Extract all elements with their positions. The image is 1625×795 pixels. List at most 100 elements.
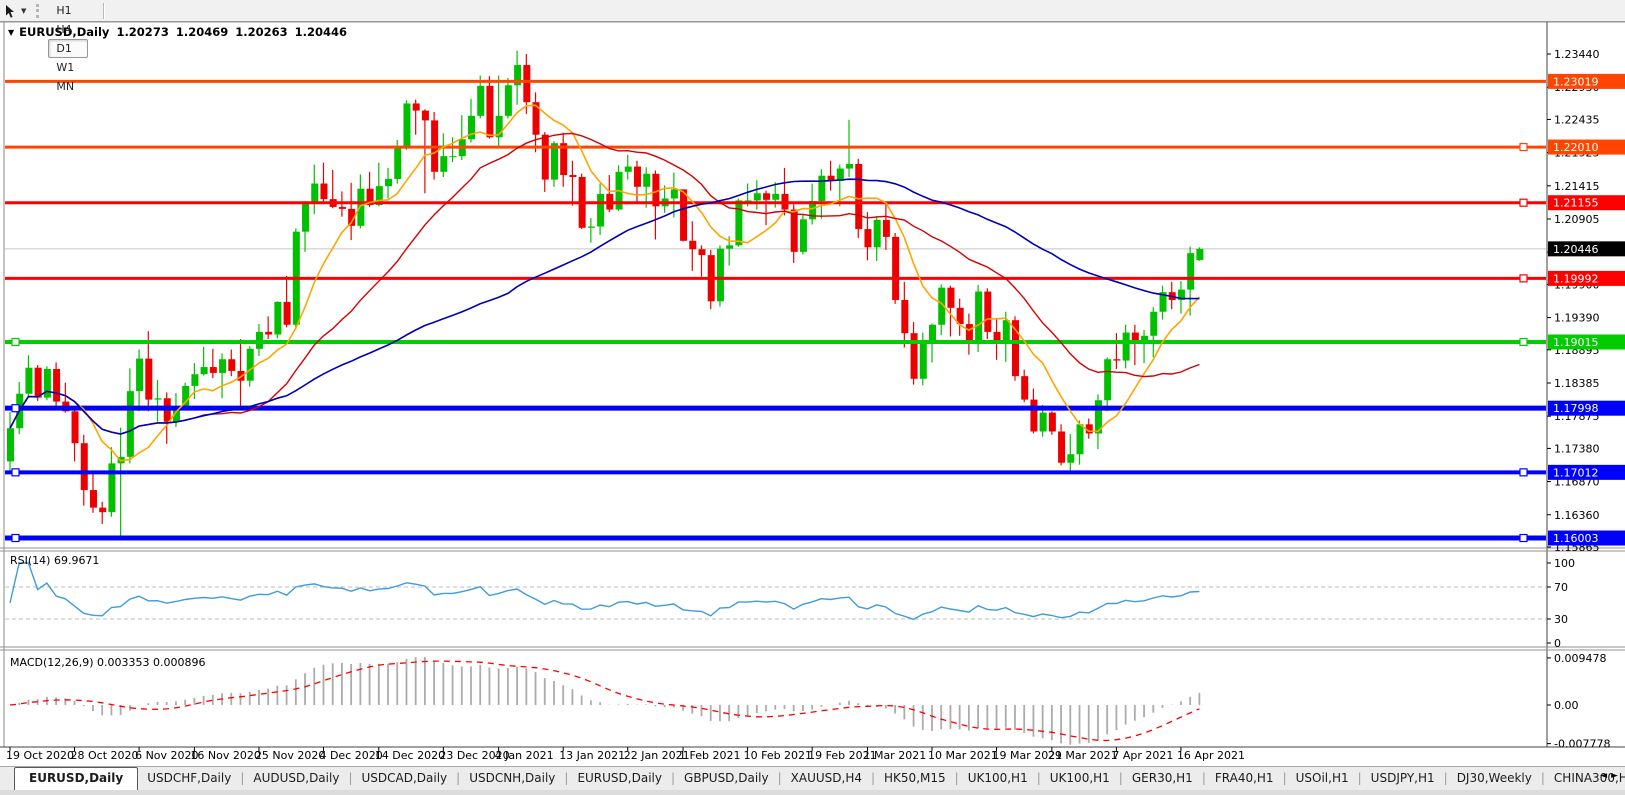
tab-usdjpy-h1[interactable]: USDJPY,H1 [1362, 767, 1444, 791]
svg-text:1.23440: 1.23440 [1554, 48, 1600, 61]
line-handle[interactable] [1519, 533, 1528, 543]
chevron-down-icon: ▼ [21, 6, 27, 15]
line-handle[interactable] [11, 533, 20, 543]
svg-text:0.00: 0.00 [1554, 699, 1579, 712]
svg-text:1.20446: 1.20446 [1553, 243, 1599, 256]
candle-body [403, 103, 411, 149]
candle-body [412, 103, 420, 111]
tab-audusd-daily[interactable]: AUDUSD,Daily [244, 767, 348, 791]
candle-body [200, 367, 208, 375]
candle-body [790, 209, 798, 252]
tab-ger30-h1[interactable]: GER30,H1 [1123, 767, 1202, 791]
svg-text:7 Apr 2021: 7 Apr 2021 [1112, 749, 1173, 762]
tab-gbpusd-daily[interactable]: GBPUSD,Daily [675, 767, 778, 791]
ohlc-high: 1.20469 [175, 25, 229, 39]
toolbar-grip[interactable] [36, 3, 40, 18]
candle-body [80, 443, 88, 491]
candle-body [25, 367, 33, 394]
symbol-dropdown-icon[interactable]: ▼ [8, 28, 14, 37]
candle-body [283, 301, 291, 325]
line-handle[interactable] [1519, 468, 1528, 477]
candle-body [1150, 311, 1158, 336]
timeframe-button-w1[interactable]: W1 [48, 58, 88, 77]
candle-body [1048, 412, 1056, 432]
svg-text:4 Jan 2021: 4 Jan 2021 [495, 749, 554, 762]
tab-eurusd-daily[interactable]: EURUSD,Daily [14, 767, 139, 791]
line-handle[interactable] [11, 404, 20, 413]
candle-body [855, 163, 863, 230]
svg-text:1.21155: 1.21155 [1553, 197, 1599, 210]
candle-body [7, 428, 14, 462]
svg-text:1.22010: 1.22010 [1553, 141, 1599, 154]
candle-body [919, 342, 927, 379]
svg-text:1.20905: 1.20905 [1554, 213, 1600, 226]
candle-body [965, 324, 973, 343]
candle-body [477, 85, 485, 116]
svg-text:1.17998: 1.17998 [1553, 402, 1599, 415]
timeframe-button-h4[interactable]: H4 [48, 20, 88, 39]
svg-text:1.19390: 1.19390 [1554, 312, 1600, 325]
tab-usdcad-daily[interactable]: USDCAD,Daily [352, 767, 456, 791]
tab-usdcnh-daily[interactable]: USDCNH,Daily [460, 767, 564, 791]
timeframe-button-mn[interactable]: MN [48, 77, 88, 96]
tab-uk100-h1[interactable]: UK100,H1 [959, 767, 1037, 791]
candle-body [1002, 320, 1010, 341]
tab-uk100-h1[interactable]: UK100,H1 [1041, 767, 1119, 791]
rsi-indicator-label: RSI(14) 69.9671 [10, 554, 100, 567]
timeframe-button-h1[interactable]: H1 [48, 1, 88, 20]
candle-body [772, 193, 780, 200]
tab-usoil-h1[interactable]: USOil,H1 [1287, 767, 1358, 791]
tab-fra40-h1[interactable]: FRA40,H1 [1206, 767, 1283, 791]
candle-body [1011, 320, 1019, 377]
candle-body [569, 175, 577, 178]
candle-body [947, 287, 955, 308]
line-handle[interactable] [11, 468, 20, 477]
candle-body [154, 398, 162, 400]
candle-body [440, 156, 448, 172]
timeframe-buttons: M1M5M15M30H1H4D1W1MN [47, 0, 89, 96]
candle-body [753, 193, 761, 201]
candle-body [1021, 376, 1029, 400]
candle-body [1058, 431, 1066, 463]
candle-body [680, 189, 688, 241]
timeframe-button-d1[interactable]: D1 [48, 39, 88, 58]
svg-text:1.18385: 1.18385 [1554, 377, 1600, 390]
svg-text:70: 70 [1554, 581, 1568, 594]
svg-text:28 Oct 2020: 28 Oct 2020 [71, 749, 139, 762]
pointer-tool-button[interactable]: ▼ [0, 0, 30, 21]
candle-body [89, 490, 97, 508]
candle-body [71, 411, 79, 444]
candle-body [145, 358, 153, 400]
candle-body [449, 156, 457, 158]
chart-canvas[interactable]: 1.234401.229301.224351.219251.214151.209… [0, 0, 1625, 766]
tab-scroll-right-icon[interactable]: ► [1611, 771, 1622, 781]
ohlc-close: 1.20446 [294, 25, 347, 39]
line-handle[interactable] [11, 337, 20, 347]
tab-scroll-left-icon[interactable]: ◄ [1600, 771, 1611, 781]
candle-body [421, 110, 429, 121]
candle-body [182, 385, 190, 407]
tab-hk50-m15[interactable]: HK50,M15 [875, 767, 955, 791]
line-handle[interactable] [1519, 142, 1528, 152]
tab-dj30-weekly[interactable]: DJ30,Weekly [1448, 767, 1541, 791]
candle-body [901, 300, 909, 334]
candle-body [99, 507, 107, 513]
line-handle[interactable] [1519, 274, 1528, 283]
candle-body [385, 178, 393, 187]
tab-usdchf-daily[interactable]: USDCHF,Daily [138, 767, 240, 791]
candle-body [1104, 359, 1112, 401]
line-handle[interactable] [1519, 198, 1528, 207]
pointer-tool-icon [6, 4, 14, 18]
candle-body [597, 193, 605, 227]
tab-eurusd-daily[interactable]: EURUSD,Daily [568, 767, 671, 791]
svg-text:16 Apr 2021: 16 Apr 2021 [1177, 749, 1245, 762]
candle-body [993, 331, 1001, 341]
tab-xauusd-h4[interactable]: XAUUSD,H4 [782, 767, 871, 791]
tab-scroll-arrows: ◄► [1600, 771, 1622, 781]
ohlc-open: 1.20273 [116, 25, 169, 39]
candle-body [726, 245, 734, 249]
rsi-pane: 100 70 30 0 [5, 557, 1575, 650]
line-handle[interactable] [1519, 337, 1528, 347]
macd-indicator-label: MACD(12,26,9) 0.003353 0.000896 [10, 656, 206, 669]
svg-text:25 Nov 2020: 25 Nov 2020 [255, 749, 325, 762]
